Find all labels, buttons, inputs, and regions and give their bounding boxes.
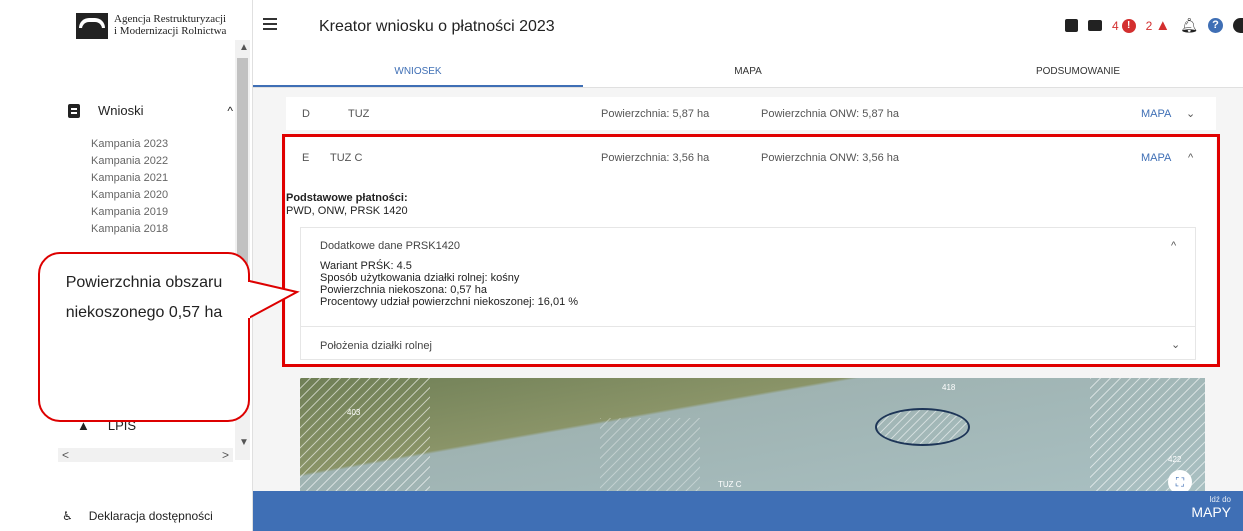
callout-text: Powierzchnia obszaru niekoszonego 0,57 h… xyxy=(65,274,223,321)
go-to-big-label: MAPY xyxy=(1191,504,1231,520)
parcel-map-image[interactable]: 403 418 422 TUZ C ⛶ xyxy=(300,378,1205,493)
tab-mapa[interactable]: MAPA xyxy=(583,56,913,87)
document-icon xyxy=(68,103,80,118)
campaign-2018[interactable]: Kampania 2018 xyxy=(91,223,168,235)
tab-podsumowanie[interactable]: PODSUMOWANIE xyxy=(913,56,1243,87)
nav-wnioski[interactable]: Wnioski ^ xyxy=(68,103,233,118)
header-actions: 4 ! 2 ▲ 🔔︎ ? xyxy=(1064,17,1243,34)
map-parcel-label: TUZ C xyxy=(718,480,742,489)
chevron-down-icon[interactable]: ⌄ xyxy=(1186,107,1195,120)
parcel-area: Powierzchnia: 5,87 ha xyxy=(601,108,710,120)
bottom-bar: Idź do MAPY xyxy=(253,491,1243,531)
top-header: Kreator wniosku o płatności 2023 4 ! 2 ▲… xyxy=(253,0,1243,56)
arimr-logo[interactable]: Agencja Restrukturyzacji i Modernizacji … xyxy=(76,13,226,39)
map-link[interactable]: MAPA xyxy=(1141,108,1171,120)
help-icon[interactable]: ? xyxy=(1208,18,1223,33)
uncut-area-polygon xyxy=(875,408,970,446)
chevron-up-icon[interactable]: ^ xyxy=(227,104,233,118)
error-count: 4 xyxy=(1111,18,1119,33)
campaign-2022[interactable]: Kampania 2022 xyxy=(91,155,168,167)
accessibility-label: Deklaracja dostępności xyxy=(88,509,213,523)
accessibility-icon: ♿ xyxy=(62,509,73,523)
save-icon[interactable] xyxy=(1064,19,1078,32)
notification-bell-icon[interactable]: 🔔︎ xyxy=(1180,17,1198,34)
menu-icon[interactable] xyxy=(263,23,277,25)
scroll-left-icon[interactable]: < xyxy=(62,448,69,462)
hatched-area xyxy=(300,378,430,493)
tab-wniosek[interactable]: WNIOSEK xyxy=(253,56,583,87)
sidebar-scrollbar-thumb[interactable] xyxy=(237,58,248,273)
campaign-2023[interactable]: Kampania 2023 xyxy=(91,138,168,150)
print-icon[interactable] xyxy=(1087,20,1102,31)
campaign-2019[interactable]: Kampania 2019 xyxy=(91,206,168,218)
logo-line-1: Agencja Restrukturyzacji xyxy=(114,13,227,25)
horizontal-scrollbar[interactable]: < > xyxy=(58,448,233,462)
map-label-403: 403 xyxy=(347,408,361,417)
campaign-2020[interactable]: Kampania 2020 xyxy=(91,189,168,201)
nav-wnioski-label: Wnioski xyxy=(98,103,144,118)
tab-bar: WNIOSEK MAPA PODSUMOWANIE xyxy=(253,56,1243,88)
map-label-418: 418 xyxy=(942,383,956,392)
hatched-area xyxy=(600,418,700,493)
parcel-row-d[interactable]: D TUZ Powierzchnia: 5,87 ha Powierzchnia… xyxy=(286,97,1216,130)
go-to-map-button[interactable]: Idź do MAPY xyxy=(1191,495,1231,520)
scroll-down-icon[interactable]: ▼ xyxy=(239,437,249,448)
highlight-box xyxy=(282,134,1220,367)
scroll-right-icon[interactable]: > xyxy=(222,448,229,462)
user-icon[interactable] xyxy=(1233,18,1243,33)
fullscreen-icon[interactable]: ⛶ xyxy=(1168,470,1192,493)
parcel-name: TUZ xyxy=(348,108,370,120)
logo-line-2: i Modernizacji Rolnictwa xyxy=(114,25,227,37)
arimr-emblem-icon xyxy=(76,13,108,39)
page-title: Kreator wniosku o płatności 2023 xyxy=(319,18,555,35)
parcel-onw-area: Powierzchnia ONW: 5,87 ha xyxy=(761,108,899,120)
accessibility-declaration-link[interactable]: ♿ Deklaracja dostępności xyxy=(62,509,213,523)
warning-count: 2 xyxy=(1145,18,1153,33)
go-to-small-label: Idź do xyxy=(1209,495,1231,504)
error-icon[interactable]: ! xyxy=(1121,18,1136,33)
campaign-2021[interactable]: Kampania 2021 xyxy=(91,172,168,184)
parcel-letter: D xyxy=(302,108,310,120)
map-label-422: 422 xyxy=(1168,455,1182,464)
scroll-up-icon[interactable]: ▲ xyxy=(239,42,249,53)
warning-icon[interactable]: ▲ xyxy=(1155,17,1170,34)
